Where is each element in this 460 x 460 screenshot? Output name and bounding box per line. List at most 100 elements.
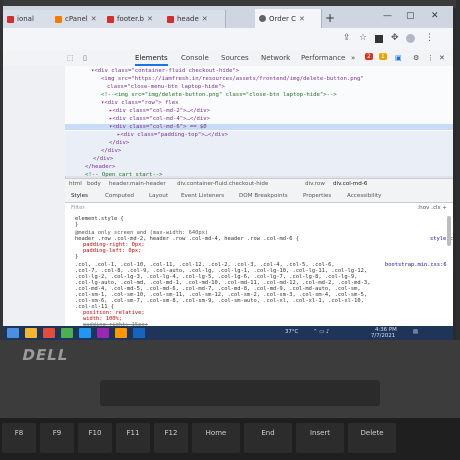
subtab-event-listeners[interactable]: Event Listeners [181, 193, 224, 199]
browser-tab-4[interactable]: heade ✕ [163, 10, 226, 28]
dom-node[interactable]: </header> [85, 164, 115, 170]
minimize-icon[interactable]: — [383, 11, 392, 21]
inspect-icon[interactable]: ⬚ [67, 54, 74, 62]
key-f11[interactable]: F11 [116, 423, 150, 453]
browser-tab-1[interactable]: ional [3, 10, 52, 28]
subtab-properties[interactable]: Properties [303, 193, 331, 199]
tab-title: Order C [269, 14, 297, 23]
subtab-dom-breakpoints[interactable]: DOM Breakpoints [239, 193, 288, 199]
dom-comment[interactable]: <!--<img src="img/delete-button.png" cla… [101, 92, 337, 98]
warning-count-badge[interactable]: 1 [379, 53, 387, 60]
breadcrumb-item[interactable]: div.container-fluid.checkout-hide [177, 181, 268, 187]
dom-node[interactable]: ▾<div class="row"> flex [101, 100, 178, 106]
error-count-badge[interactable]: 2 [365, 53, 373, 60]
breadcrumb-item[interactable]: body [87, 181, 101, 187]
menu-icon[interactable]: ⋮ [425, 33, 434, 43]
device-toggle-icon[interactable]: ▯ [83, 54, 87, 62]
notification-icon[interactable]: ▤ [413, 329, 418, 335]
close-tab-icon[interactable]: ✕ [147, 15, 153, 23]
dom-node[interactable]: </div> [93, 156, 113, 162]
devtools-tab-bar: ⬚ ▯ Elements Console Sources Network Per… [3, 50, 453, 67]
page-viewport[interactable] [3, 66, 66, 326]
favicon-icon [107, 15, 114, 23]
maximize-icon[interactable]: ▢ [406, 11, 415, 21]
key-insert[interactable]: Insert [296, 423, 344, 453]
breadcrumb-item[interactable]: header.main-header [109, 181, 166, 187]
close-tab-icon[interactable]: ✕ [202, 15, 208, 23]
avatar[interactable] [406, 34, 415, 43]
key-f12[interactable]: F12 [154, 423, 188, 453]
taskbar-app-icon[interactable] [115, 328, 127, 338]
styles-pane: element.style { } @media only screen and… [65, 214, 453, 328]
close-tab-icon[interactable]: ✕ [299, 15, 305, 23]
breadcrumb-item-current[interactable]: div.col-md-6 [333, 181, 367, 187]
dom-node[interactable]: ▾<div class="container-fluid checkout-hi… [91, 68, 239, 74]
browser-tab-active[interactable]: Order C ✕ [255, 9, 322, 28]
tab-performance[interactable]: Performance [301, 54, 345, 62]
breadcrumb-item[interactable]: html [69, 181, 82, 187]
tab-console[interactable]: Console [181, 54, 209, 62]
taskbar-app-icon[interactable] [133, 328, 145, 338]
tab-elements[interactable]: Elements [135, 54, 168, 66]
favicon-icon [55, 15, 62, 23]
key-f8[interactable]: F8 [2, 423, 36, 453]
dom-node-selected[interactable]: ▾<div class="col-md-6"> == $0 [65, 124, 453, 130]
taskbar-app-icon[interactable] [43, 328, 55, 338]
key-f10[interactable]: F10 [78, 423, 112, 453]
dom-node[interactable]: </div> [101, 148, 121, 154]
start-icon[interactable] [7, 328, 19, 338]
star-icon[interactable]: ☆ [359, 33, 367, 43]
tab-title: footer.b [117, 15, 144, 23]
laptop-screen: ional cPanel ✕ footer.b ✕ heade ✕ Order … [3, 6, 453, 340]
filter-placeholder: Filter [71, 205, 85, 211]
key-f9[interactable]: F9 [40, 423, 74, 453]
subtab-computed[interactable]: Computed [105, 193, 134, 199]
close-tab-icon[interactable]: ✕ [91, 15, 97, 23]
style-rule-line: } [75, 254, 79, 260]
key-delete[interactable]: Delete [348, 423, 396, 453]
keyboard-function-row: F8 F9 F10 F11 F12 Home End Insert Delete [0, 418, 460, 460]
dom-node[interactable]: ▸<div class="padding-top">…</div> [117, 132, 228, 138]
close-window-icon[interactable]: ✕ [431, 11, 439, 21]
globe-icon [259, 15, 266, 22]
issues-icon[interactable]: ▣ [395, 54, 402, 62]
subtab-layout[interactable]: Layout [149, 193, 168, 199]
browser-tab-3[interactable]: footer.b ✕ [103, 10, 164, 28]
dom-node[interactable]: ▸<div class="col-md-4">…</div> [109, 116, 210, 122]
weather-temp[interactable]: 37°C [285, 329, 298, 335]
taskbar-app-icon[interactable] [97, 328, 109, 338]
brand-logo: DELL [20, 346, 71, 364]
favicon-icon [7, 15, 14, 23]
extension-icon[interactable] [375, 35, 383, 43]
style-property[interactable]: padding-left: 0px; [83, 248, 141, 254]
dom-node[interactable]: <img src="https://iamfresh.in/resources/… [101, 76, 364, 82]
key-home[interactable]: Home [192, 423, 240, 453]
filter-options[interactable]: :hov .cls + [417, 205, 447, 211]
tab-network[interactable]: Network [261, 54, 290, 62]
tab-sources[interactable]: Sources [221, 54, 249, 62]
breadcrumb-item[interactable]: div.row [305, 181, 325, 187]
puzzle-icon[interactable]: ✥ [391, 33, 399, 43]
subtab-styles[interactable]: Styles [71, 193, 88, 199]
more-tabs-button[interactable]: » [351, 54, 355, 62]
settings-gear-icon[interactable]: ⚙ [413, 54, 419, 62]
devtools-menu-icon[interactable]: ⋮ [427, 54, 434, 62]
dom-node[interactable]: ▸<div class="col-md-2">…</div> [109, 108, 210, 114]
subtab-accessibility[interactable]: Accessibility [347, 193, 381, 199]
key-end[interactable]: End [244, 423, 292, 453]
taskbar-app-icon[interactable] [25, 328, 37, 338]
browser-tab-2[interactable]: cPanel ✕ [51, 10, 104, 28]
dom-node[interactable]: class="close-menu-btn laptop-hide"> [107, 84, 225, 90]
share-icon[interactable]: ⇪ [343, 33, 351, 43]
elements-dom-tree: ▾<div class="container-fluid checkout-hi… [65, 66, 453, 178]
styles-scrollbar[interactable] [447, 216, 451, 246]
taskbar-app-icon[interactable] [79, 328, 91, 338]
source-link[interactable]: bootstrap.min.css:6 [385, 262, 447, 268]
close-devtools-icon[interactable]: ✕ [439, 54, 445, 62]
dom-node[interactable]: </div> [109, 140, 129, 146]
clock-date[interactable]: 7/7/2021 [371, 333, 395, 339]
taskbar-app-icon[interactable] [61, 328, 73, 338]
breadcrumb: html body header.main-header div.contain… [65, 178, 453, 192]
tray-icons[interactable]: ⌃ ▭ ♪ [313, 329, 329, 335]
new-tab-button[interactable]: + [325, 11, 335, 25]
